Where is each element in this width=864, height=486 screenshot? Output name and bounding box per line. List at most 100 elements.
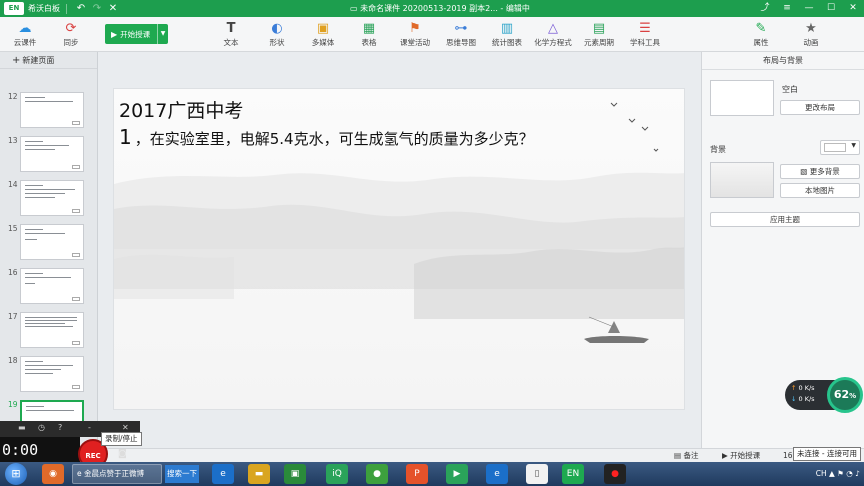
clock-icon[interactable]: ◷ xyxy=(38,423,45,432)
brush-icon: ✎ xyxy=(755,21,767,36)
thumbnail-page[interactable]: 17 xyxy=(0,312,97,352)
tools-icon: ☰ xyxy=(639,21,651,36)
tool-periodic-table[interactable]: ▤ 元素周期 xyxy=(574,20,624,48)
thumbnail-number: 12 xyxy=(8,92,18,101)
tool-label: 属性 xyxy=(753,38,769,47)
thumbnail-page[interactable]: 15 xyxy=(0,224,97,264)
layout-name: 空白 xyxy=(782,85,798,94)
help-icon[interactable]: ? xyxy=(58,423,62,432)
clear-icon[interactable]: ✕ xyxy=(105,3,121,14)
input-method[interactable]: CH xyxy=(816,469,827,478)
change-layout-button[interactable]: 更改布局 xyxy=(780,100,860,115)
share-icon[interactable]: ⤴ xyxy=(754,0,776,17)
activity-icon: ⚑ xyxy=(409,21,421,36)
tool-chemistry[interactable]: △ 化学方程式 xyxy=(528,20,578,48)
tool-table[interactable]: ▦ 表格 xyxy=(344,20,394,48)
menu-icon[interactable]: ≡ xyxy=(776,0,798,17)
panel-title: 布局与背景 xyxy=(702,52,864,70)
ie-icon[interactable]: e xyxy=(212,464,234,484)
chevron-down-icon[interactable]: ▼ xyxy=(157,24,168,44)
tool-label: 形状 xyxy=(269,38,285,47)
windows-start-icon[interactable]: ⊞ xyxy=(5,463,27,485)
document-title: ▭ 未命名课件 20200513-2019 副本2... - 编辑中 xyxy=(350,0,530,17)
tool-chart[interactable]: ▥ 统计图表 xyxy=(482,20,532,48)
app-logo: EN xyxy=(4,2,24,15)
slide-canvas[interactable]: 2017广西中考 1 ，在实验室里，电解5.4克水，可生成氢气的质量为多少克？ xyxy=(113,88,685,410)
camera-icon[interactable]: ◙ xyxy=(118,449,127,459)
background-color-select[interactable]: ▼ xyxy=(820,140,860,155)
document-icon[interactable]: ▯ xyxy=(526,464,548,484)
thumbnail-page[interactable]: 16 xyxy=(0,268,97,308)
play-icon: ▶ xyxy=(111,29,118,39)
title-separator xyxy=(66,3,67,14)
document-icon: ▭ xyxy=(350,4,361,13)
slide-question[interactable]: 1 ，在实验室里，电解5.4克水，可生成氢气的质量为多少克？ xyxy=(119,125,534,149)
app-icon[interactable]: ◉ xyxy=(42,464,64,484)
folder-icon[interactable]: ▬ xyxy=(248,464,270,484)
start-teaching-button[interactable]: ▶ 开始授课 ▼ xyxy=(105,24,168,44)
new-page-button[interactable]: + 新建页面 xyxy=(0,52,97,69)
color-swatch xyxy=(824,143,846,152)
close-icon[interactable]: ✕ xyxy=(842,0,864,17)
slide-title[interactable]: 2017广西中考 xyxy=(119,96,243,123)
presentation-app-icon[interactable]: P xyxy=(406,464,428,484)
more-backgrounds-button[interactable]: ▧ 更多背景 xyxy=(780,164,860,179)
text-icon: T xyxy=(226,21,236,36)
download-arrow-icon: ↓ xyxy=(791,395,799,403)
undo-icon[interactable]: ↶ xyxy=(73,3,89,14)
thumbnail-page[interactable]: 13 xyxy=(0,136,97,176)
thumbnail-page[interactable]: 18 xyxy=(0,356,97,396)
title-bar: EN 希沃白板 ↶ ↷ ✕ ▭ 未命名课件 20200513-2019 副本2.… xyxy=(0,0,864,17)
tool-text[interactable]: T 文本 xyxy=(206,20,256,48)
thumbnail-page[interactable]: 14 xyxy=(0,180,97,220)
tool-animation[interactable]: ★ 动画 xyxy=(786,20,836,48)
taskbar-search[interactable]: 搜索一下 xyxy=(165,465,199,483)
background-preview[interactable] xyxy=(710,162,774,198)
tool-shape[interactable]: ◐ 形状 xyxy=(252,20,302,48)
play-icon: ▶ xyxy=(722,451,731,460)
photo-app-icon[interactable]: ▣ xyxy=(284,464,306,484)
thumbnail-preview xyxy=(20,356,84,392)
windows-taskbar: ⊞ ◉ e 金晨点赞于正微博 搜索一下 e ▬ ▣ iQ ● P ▶ e ▯ E… xyxy=(0,462,864,486)
iqiyi-icon[interactable]: iQ xyxy=(326,464,348,484)
layout-preview[interactable] xyxy=(710,80,774,116)
start-teaching-status-label: 开始授课 xyxy=(730,451,761,460)
thumbnail-number: 15 xyxy=(8,224,18,233)
recorder-taskbar-icon[interactable]: ● xyxy=(604,464,626,484)
player-app-icon[interactable]: ▶ xyxy=(446,464,468,484)
usage-percent-value: 62 xyxy=(833,388,850,401)
easinote-icon[interactable]: EN xyxy=(562,464,584,484)
redo-icon[interactable]: ↷ xyxy=(89,3,105,14)
tray-icons[interactable]: ▲ ⚑ ◔ ♪ xyxy=(829,469,860,478)
tool-sync[interactable]: ⟳ 同步 xyxy=(46,20,96,48)
local-image-button[interactable]: 本地图片 xyxy=(780,183,860,198)
tool-media[interactable]: ▣ 多媒体 xyxy=(298,20,348,48)
notes-button[interactable]: ▤ 备注 xyxy=(674,449,698,463)
folder-icon[interactable]: ▬ xyxy=(18,423,26,432)
tool-properties[interactable]: ✎ 属性 xyxy=(736,20,786,48)
thumbnail-number: 16 xyxy=(8,268,18,277)
mindmap-icon: ⊶ xyxy=(454,21,468,36)
close-icon[interactable]: ✕ xyxy=(122,423,129,432)
periodic-icon: ▤ xyxy=(592,21,606,36)
minimize-icon[interactable]: - xyxy=(88,423,91,432)
tool-subject-tools[interactable]: ☰ 学科工具 xyxy=(620,20,670,48)
main-toolbar: ☁ 云课件 ⟳ 同步 ▶ 开始授课 ▼ T 文本 ◐ 形状 ▣ 多媒体 ▦ 表格… xyxy=(0,17,864,52)
tool-class-activity[interactable]: ⚑ 课堂活动 xyxy=(390,20,440,48)
thumbnail-number: 13 xyxy=(8,136,18,145)
chat-app-icon[interactable]: ● xyxy=(366,464,388,484)
taskbar-browser-task[interactable]: e 金晨点赞于正微博 xyxy=(72,464,162,484)
tool-label: 思维导图 xyxy=(446,38,476,47)
maximize-icon[interactable]: ☐ xyxy=(820,0,842,17)
tool-cloud-courseware[interactable]: ☁ 云课件 xyxy=(0,20,50,48)
edge-icon[interactable]: e xyxy=(486,464,508,484)
new-page-label: 新建页面 xyxy=(22,56,55,65)
apply-theme-button[interactable]: 应用主题 xyxy=(710,212,860,227)
network-monitor-widget[interactable]: ↑ 0 K/s ↓ 0 K/s 62% xyxy=(785,377,863,413)
minimize-icon[interactable]: — xyxy=(798,0,820,17)
thumbnail-page[interactable]: 12 xyxy=(0,92,97,132)
chart-icon: ▥ xyxy=(500,21,514,36)
start-teaching-status-button[interactable]: ▶ 开始授课 xyxy=(722,449,760,463)
upload-arrow-icon: ↑ xyxy=(791,384,799,392)
tool-mindmap[interactable]: ⊶ 思维导图 xyxy=(436,20,486,48)
